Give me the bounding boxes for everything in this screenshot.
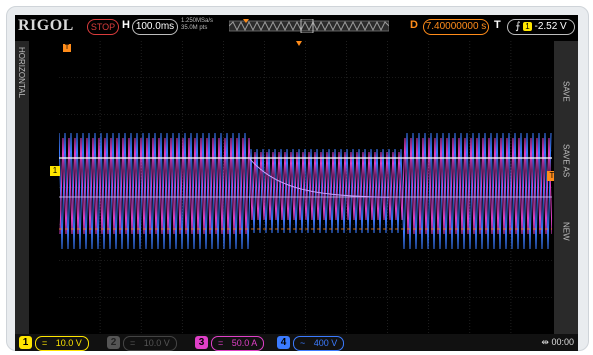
ch4-scale-value: 400 V (313, 338, 338, 348)
menu-new-button[interactable]: NEW (554, 201, 578, 261)
scope-screen: RIGOL STOP H 100.0ms 1.250MSa/s 35.0M pt… (15, 15, 578, 351)
brand-logo: RIGOL (18, 17, 74, 34)
ch1-marker-label: 1 (52, 166, 58, 175)
timebase-value[interactable]: 100.0ms (132, 19, 178, 35)
horizontal-tab-label: HORIZONTAL (17, 47, 26, 98)
clock-time: 00:00 (551, 337, 574, 347)
ch4-coupling: ~ (300, 338, 306, 348)
trigger-level: -2.52 V (534, 21, 567, 32)
ch3-scale[interactable]: = 50.0 A (211, 336, 265, 351)
ch3-coupling: = (218, 338, 224, 348)
ch3-badge[interactable]: 3 (195, 336, 208, 349)
ch1-scale[interactable]: = 10.0 V (35, 336, 89, 351)
ch2-scale-value: 10.0 V (143, 338, 170, 348)
usb-status: ⇹ 00:00 (541, 337, 574, 348)
sample-rate: 1.250MSa/s (181, 18, 214, 24)
ch1-scale-value: 10.0 V (55, 338, 82, 348)
ch1-coupling: = (42, 338, 48, 348)
ch1-badge[interactable]: 1 (19, 336, 32, 349)
ch2-badge[interactable]: 2 (107, 336, 120, 349)
delay-value[interactable]: 7.40000000 s (423, 19, 489, 35)
memory-depth: 35.0M pts (181, 25, 208, 31)
trigger-position-marker[interactable]: T (63, 44, 71, 52)
waveform-display (59, 41, 552, 334)
run-stop-indicator[interactable]: STOP (87, 19, 119, 35)
trigger-setting[interactable]: ⨍ 1 -2.52 V (507, 19, 575, 35)
ch2-coupling: = (130, 338, 136, 348)
save-menu: SAVE SAVE AS NEW (554, 41, 578, 334)
ch1-level-marker[interactable]: 1 (50, 166, 60, 176)
trigger-channel-badge: 1 (523, 22, 532, 31)
ch2-scale[interactable]: = 10.0 V (123, 336, 177, 351)
top-status-bar: RIGOL STOP H 100.0ms 1.250MSa/s 35.0M pt… (15, 15, 578, 37)
menu-save-button[interactable]: SAVE (554, 61, 578, 121)
horizontal-label: H (122, 19, 130, 31)
ch4-scale[interactable]: ~ 400 V (293, 336, 345, 351)
channel-status-bar: 1 = 10.0 V 2 = 10.0 V 3 = 50.0 A 4 ~ 400… (15, 334, 578, 351)
horizontal-side-tab[interactable]: HORIZONTAL (15, 41, 29, 334)
usb-icon: ⇹ (541, 337, 549, 347)
ch4-badge[interactable]: 4 (277, 336, 290, 349)
acquisition-info: 1.250MSa/s 35.0M pts (181, 18, 213, 32)
top-marker-label: T (64, 44, 70, 51)
trigger-edge-icon: ⨍ (515, 21, 521, 32)
ch3-scale-value: 50.0 A (231, 338, 258, 348)
delay-label: D (410, 19, 418, 31)
menu-save-as-button[interactable]: SAVE AS (554, 131, 578, 191)
memory-overview-icon (229, 19, 389, 33)
trigger-label: T (494, 19, 501, 31)
